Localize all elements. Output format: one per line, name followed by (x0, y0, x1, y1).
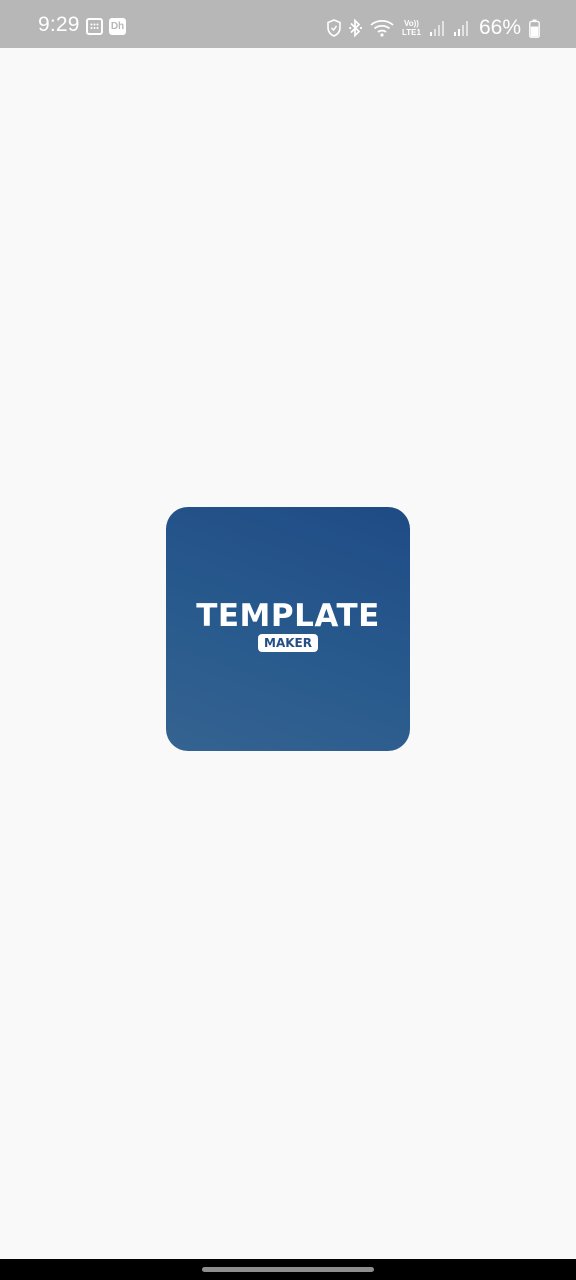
lte-label: LTE1 (402, 28, 421, 37)
logo-title: TEMPLATE (196, 598, 380, 634)
navigation-bar (0, 1259, 576, 1280)
status-bar: 9:29 Dh Vo)) LTE1 66% (0, 0, 576, 48)
volte-label: Vo)) (404, 19, 419, 28)
home-indicator[interactable] (202, 1267, 374, 1272)
logo-subtitle-badge: MAKER (258, 634, 318, 652)
battery-percent: 66% (478, 16, 521, 39)
status-time: 9:29 (38, 13, 80, 36)
app-grid-icon (86, 18, 103, 35)
shield-icon (327, 19, 341, 37)
app-logo: TEMPLATE MAKER (166, 507, 410, 751)
dh-app-icon: Dh (109, 18, 126, 35)
volte-icon: Vo)) LTE1 (402, 19, 421, 37)
wifi-icon (370, 19, 394, 37)
dh-app-label: Dh (110, 21, 125, 32)
status-right-icons: Vo)) LTE1 66% (327, 16, 540, 40)
bluetooth-icon (349, 18, 362, 38)
notification-icons: Dh (86, 18, 126, 35)
signal-2-icon (453, 20, 468, 36)
signal-1-icon (429, 20, 444, 36)
battery-icon (529, 19, 540, 38)
